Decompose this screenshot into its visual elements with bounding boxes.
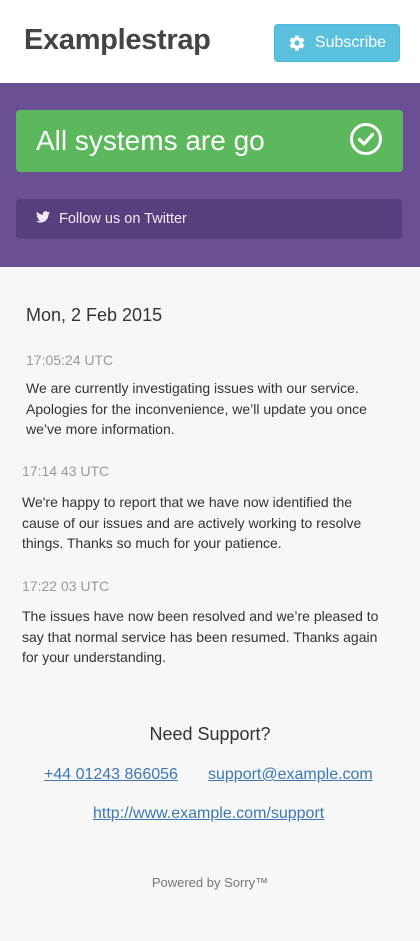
brand-title: Examplestrap: [24, 24, 211, 56]
update-line: things. Thanks so much for your patience…: [22, 535, 282, 551]
status-banner: All systems are go Follow us on Twitter: [0, 83, 420, 267]
update-line: The issues have now been resolved and we…: [22, 608, 379, 624]
update-time: 17:05:24 UTC: [26, 352, 114, 368]
subscribe-button[interactable]: Subscribe: [274, 24, 400, 62]
update-time: 17:22 03 UTC: [22, 578, 110, 594]
update-body: We're happy to report that we have now i…: [22, 492, 361, 554]
update-body: The issues have now been resolved and we…: [22, 606, 378, 668]
support-phone-link[interactable]: +44 01243 866056: [44, 766, 178, 784]
twitter-label: Follow us on Twitter: [59, 211, 187, 227]
update-line: we’ve more information.: [26, 421, 175, 437]
header: Examplestrap Subscribe: [0, 0, 420, 83]
twitter-icon: [36, 211, 50, 227]
powered-by: Powered by Sorry™: [151, 875, 269, 890]
update-body: We are currently investigating issues wi…: [26, 378, 367, 440]
update-line: Apologies for the inconvenience, we’ll u…: [26, 400, 367, 417]
twitter-follow-button[interactable]: Follow us on Twitter: [16, 199, 402, 239]
status-box: All systems are go: [16, 110, 403, 172]
subscribe-label: Subscribe: [314, 34, 387, 51]
support-url-link[interactable]: http://www.example.com/support: [93, 805, 324, 823]
check-circle-icon: [349, 122, 383, 161]
update-line: say that normal service has been resumed…: [22, 628, 378, 645]
update-line: We are currently investigating issues wi…: [26, 380, 359, 396]
update-time: 17:14 43 UTC: [22, 463, 110, 479]
timeline-date: Mon, 2 Feb 2015: [26, 305, 163, 325]
update-line: cause of our issues and are actively wor…: [22, 514, 362, 531]
gear-icon: [288, 34, 306, 52]
update-line: for your understanding.: [22, 649, 166, 665]
update-line: We're happy to report that we have now i…: [22, 494, 353, 510]
support-email-link[interactable]: support@example.com: [208, 766, 373, 784]
status-text: All systems are go: [36, 125, 265, 156]
support-title: Need Support?: [149, 724, 271, 744]
